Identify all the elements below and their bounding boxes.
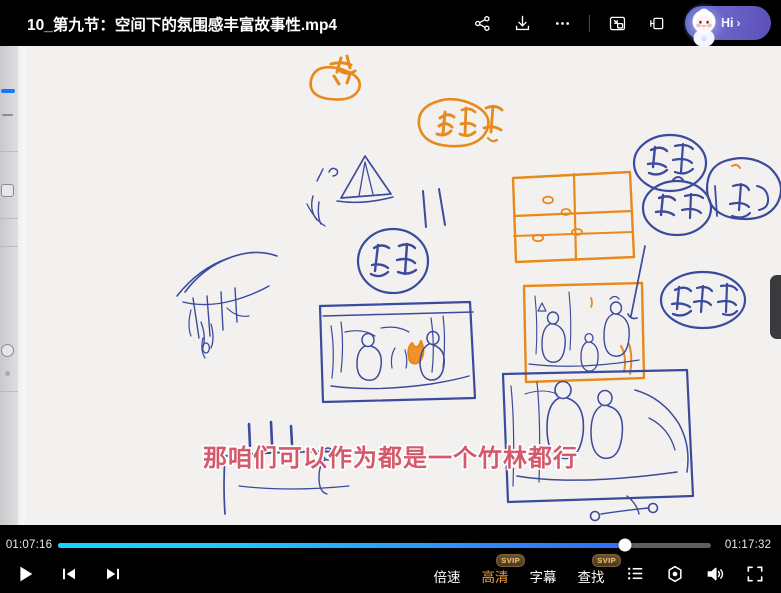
quality-label: 高清 xyxy=(481,570,509,585)
video-subtitle: 那咱们可以作为都是一个竹林都行 xyxy=(201,443,578,473)
settings-button[interactable] xyxy=(655,559,695,593)
seek-bar[interactable] xyxy=(58,538,711,552)
seek-bar-handle[interactable] xyxy=(618,538,632,552)
title-bar-actions: Hi › xyxy=(462,0,773,47)
playlist-icon xyxy=(626,564,645,588)
settings-icon xyxy=(665,564,685,589)
total-duration: 01:17:32 xyxy=(724,539,772,551)
rail-tool-dot xyxy=(5,371,10,376)
picture-in-picture-icon xyxy=(608,14,627,33)
more-button[interactable] xyxy=(542,3,582,43)
cast-button[interactable] xyxy=(637,3,677,43)
playlist-button[interactable] xyxy=(615,559,655,593)
title-bar: 10_第九节：空间下的氛围感丰富故事性.mp4 Hi › xyxy=(0,0,781,47)
volume-button[interactable] xyxy=(695,559,735,593)
playback-buttons xyxy=(8,559,130,593)
play-icon xyxy=(14,563,36,590)
sidebar-drawer-handle[interactable] xyxy=(770,275,781,339)
fullscreen-icon xyxy=(745,564,765,589)
settings-buttons: 倍速 高清 SVIP 字幕 查找 SVIP xyxy=(423,554,775,593)
rail-divider-mark xyxy=(2,114,13,116)
account-button[interactable]: Hi › xyxy=(683,3,771,47)
quality-button[interactable]: 高清 SVIP xyxy=(471,554,525,593)
button-row: 倍速 高清 SVIP 字幕 查找 SVIP xyxy=(0,554,781,593)
rail-selected-indicator xyxy=(1,89,15,93)
rail-tool-icon-1 xyxy=(1,184,14,197)
share-button[interactable] xyxy=(462,3,502,43)
picture-in-picture-button[interactable] xyxy=(597,3,637,43)
next-button[interactable] xyxy=(96,559,130,593)
player-controls: 01:07:16 01:17:32 倍速 高清 SVIP 字幕 查找 SVIP xyxy=(0,525,781,593)
video-surface[interactable]: 那咱们可以作为都是一个竹林都行 xyxy=(0,46,781,525)
next-icon xyxy=(104,565,122,588)
previous-icon xyxy=(60,565,78,588)
more-icon xyxy=(553,14,572,33)
download-button[interactable] xyxy=(502,3,542,43)
video-player-window: 10_第九节：空间下的氛围感丰富故事性.mp4 Hi › 那咱们可以作为都是一个… xyxy=(0,0,781,593)
play-button[interactable] xyxy=(8,559,42,593)
cast-icon xyxy=(648,14,667,33)
video-title: 10_第九节：空间下的氛围感丰富故事性.mp4 xyxy=(27,17,338,34)
toolbar-divider xyxy=(589,14,590,32)
subtitle-button[interactable]: 字幕 xyxy=(519,559,567,593)
previous-button[interactable] xyxy=(52,559,86,593)
playback-speed-button[interactable]: 倍速 xyxy=(423,559,471,593)
share-icon xyxy=(473,14,492,33)
current-time: 01:07:16 xyxy=(5,539,53,551)
fullscreen-button[interactable] xyxy=(735,559,775,593)
volume-icon xyxy=(705,564,725,589)
playback-speed-label: 倍速 xyxy=(433,570,461,585)
rail-tool-icon-2 xyxy=(1,344,14,357)
seek-bar-fill xyxy=(58,542,625,548)
avatar xyxy=(682,2,726,47)
search-button[interactable]: 查找 SVIP xyxy=(567,554,621,593)
search-label: 查找 xyxy=(577,570,605,585)
progress-row: 01:07:16 01:17:32 xyxy=(0,534,781,556)
download-icon xyxy=(513,14,532,33)
search-svip-badge: SVIP xyxy=(592,554,621,567)
chevron-right-icon: › xyxy=(736,16,741,30)
subtitle-label: 字幕 xyxy=(529,570,557,585)
